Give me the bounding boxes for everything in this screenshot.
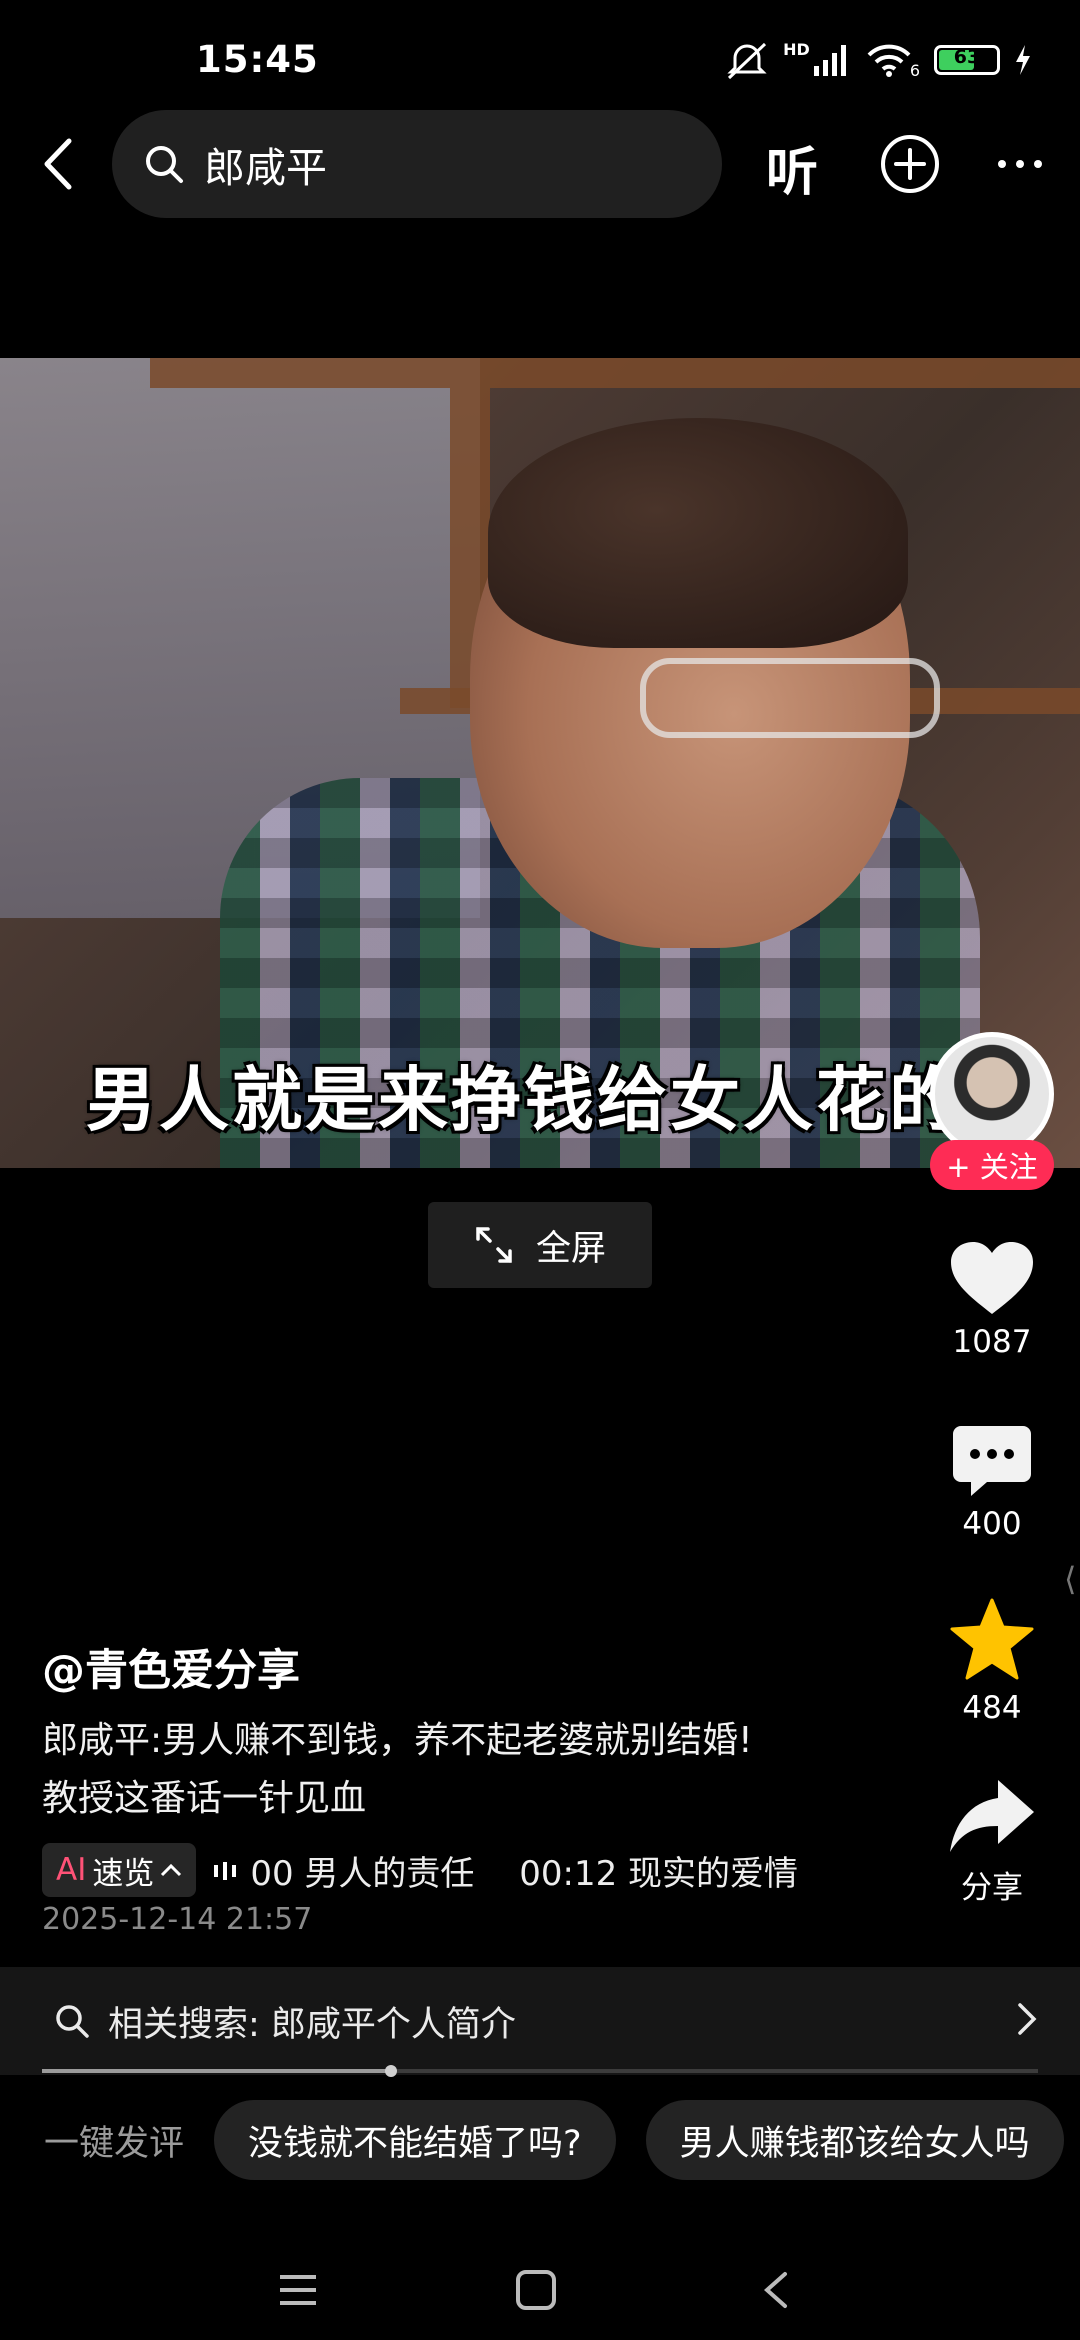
search-query: 郎咸平 (204, 144, 327, 192)
description-line: 教授这番话一针见血 (42, 1778, 367, 1819)
author-avatar[interactable] (930, 1032, 1054, 1156)
share-arrow-icon (950, 1780, 1034, 1852)
favorite-button[interactable]: 484 (940, 1598, 1044, 1726)
chapter-list: 00 男人的责任 00:12 现实的爱情 (250, 1853, 799, 1894)
plus-circle-icon (881, 135, 939, 193)
back-triangle-icon (763, 2272, 787, 2308)
quick-comment-label: 一键发评 (44, 2123, 185, 2164)
heart-icon (951, 1242, 1033, 1314)
like-count: 1087 (952, 1324, 1032, 1360)
video-player[interactable]: 男人就是来挣钱给女人花的 (0, 358, 1080, 1168)
battery-icon: 63 (934, 45, 1000, 75)
audio-bars-icon (214, 1862, 237, 1880)
system-back-button[interactable] (746, 2260, 806, 2320)
star-icon (950, 1598, 1034, 1680)
related-search-bar[interactable]: 相关搜索: 郎咸平个人简介 (0, 1967, 1080, 2075)
video-person-glasses (640, 658, 940, 738)
network-type: HD (783, 40, 810, 59)
quick-comment-chip[interactable]: 男人赚钱都该给女人吗 (645, 2100, 1064, 2180)
quick-comment-row: 一键发评 没钱就不能结婚了吗? 男人赚钱都该给女人吗 (0, 2098, 1080, 2182)
home-button[interactable] (506, 2260, 566, 2320)
related-search-label: 相关搜索: 郎咸平个人简介 (108, 2004, 516, 2045)
like-button[interactable]: 1087 (940, 1240, 1044, 1360)
expand-icon (476, 1227, 512, 1263)
video-person-hair (488, 418, 908, 648)
search-icon (146, 146, 183, 183)
ai-chip-label: 速览 (92, 1855, 155, 1892)
edge-handle-icon[interactable]: ⟨ (1064, 1560, 1076, 1598)
post-timestamp: 2025-12-14 21:57 (42, 1902, 313, 1937)
search-icon (56, 2005, 89, 2038)
favorite-count: 484 (962, 1690, 1022, 1726)
more-icon (998, 160, 1042, 168)
listen-button[interactable]: 听 (766, 130, 818, 205)
square-icon (516, 2270, 556, 2310)
video-subtitle: 男人就是来挣钱给女人花的 (86, 1059, 962, 1141)
comment-icon (953, 1426, 1031, 1496)
playback-progress-bar[interactable] (42, 2065, 1038, 2077)
ai-summary-chip[interactable]: AI 速览 (42, 1843, 197, 1897)
video-shelf (150, 358, 1080, 388)
chevron-right-icon (1018, 2003, 1037, 2035)
follow-button[interactable]: + 关注 (930, 1140, 1054, 1190)
author-name[interactable]: @青色爱分享 (42, 1636, 300, 1698)
top-nav: 郎咸平 听 (0, 110, 1080, 220)
post-description: 郎咸平:男人赚不到钱，养不起老婆就别结婚! 教授这番话一针见血 (42, 1712, 882, 1828)
wifi-badge: 6 (909, 61, 920, 80)
signal-icon (813, 45, 846, 76)
comment-count: 400 (962, 1506, 1022, 1542)
back-button[interactable] (22, 128, 94, 200)
system-nav-bar (0, 2240, 1080, 2340)
ai-chip-ai: AI (56, 1852, 87, 1888)
charging-icon (1016, 45, 1030, 75)
status-bar: 15:45 HD 6 63 (0, 0, 1080, 110)
recents-button[interactable] (268, 2260, 328, 2320)
playback-progress-knob[interactable] (384, 2065, 397, 2077)
status-icons: HD 6 63 (725, 40, 1032, 80)
mute-bell-icon (727, 42, 767, 80)
fullscreen-label: 全屏 (535, 1228, 606, 1269)
chevron-up-icon (161, 1863, 182, 1877)
battery-level: 63 (953, 46, 981, 68)
fullscreen-button[interactable]: 全屏 (428, 1202, 652, 1288)
quick-comment-chip[interactable]: 没钱就不能结婚了吗? (214, 2100, 616, 2180)
description-line: 郎咸平:男人赚不到钱，养不起老婆就别结婚! (42, 1720, 753, 1761)
chevron-left-icon (44, 138, 72, 190)
playback-progress-fill (42, 2069, 391, 2073)
add-button[interactable] (878, 132, 942, 196)
wifi-icon (867, 44, 911, 77)
search-input[interactable]: 郎咸平 (112, 110, 722, 218)
share-button[interactable]: 分享 (940, 1778, 1044, 1907)
chapter-strip[interactable]: AI 速览 00 男人的责任 00:12 现实的爱情 (42, 1842, 872, 1898)
menu-icon (280, 2275, 316, 2305)
status-time: 15:45 (196, 38, 319, 81)
comment-button[interactable]: 400 (940, 1424, 1044, 1542)
share-label: 分享 (961, 1870, 1023, 1906)
more-button[interactable] (990, 132, 1050, 196)
